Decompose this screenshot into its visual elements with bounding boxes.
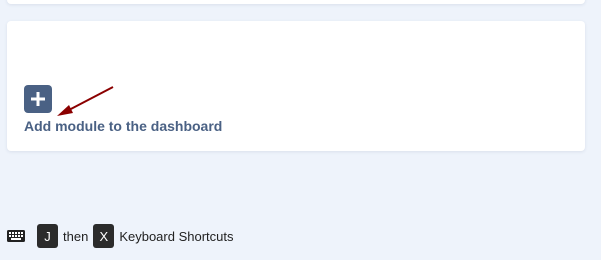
key-j: J: [37, 224, 58, 248]
previous-card: [7, 0, 585, 4]
keyboard-icon: [7, 230, 25, 242]
add-module-card: Add module to the dashboard: [7, 21, 585, 151]
add-module-link[interactable]: Add module to the dashboard: [24, 118, 222, 134]
key-x: X: [93, 224, 115, 248]
keyboard-shortcuts-hint: J then X Keyboard Shortcuts: [7, 224, 234, 248]
plus-icon: [31, 92, 45, 106]
arrow-pointer-icon: [57, 86, 114, 116]
then-text: then: [63, 228, 89, 244]
keyboard-shortcuts-label[interactable]: Keyboard Shortcuts: [119, 229, 233, 244]
add-module-button[interactable]: [24, 85, 52, 113]
